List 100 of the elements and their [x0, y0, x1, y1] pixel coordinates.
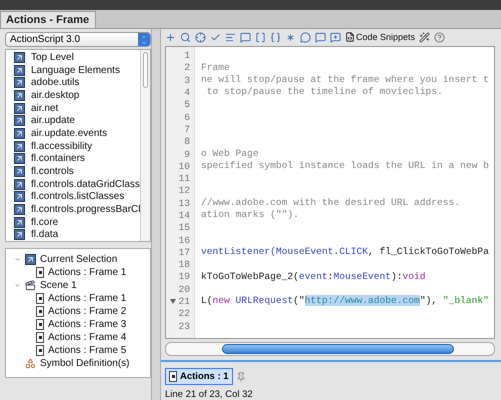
pin-icon[interactable] [236, 372, 246, 382]
frame-icon [36, 332, 44, 343]
line-number: 7 [183, 123, 191, 136]
code-line: //www.adobe.com with the desired URL address. [201, 197, 462, 210]
frame-icon [36, 306, 44, 317]
status-text: Line 21 of 23, Col 32 [164, 388, 254, 400]
wand-icon[interactable] [419, 32, 430, 43]
brackets-icon[interactable] [255, 32, 266, 43]
crosshair-icon[interactable] [195, 32, 206, 43]
document-icon [345, 32, 355, 42]
line-number: 11 [177, 172, 191, 185]
book-icon [14, 216, 25, 228]
code-editor[interactable] [165, 46, 495, 340]
book-icon [14, 140, 25, 152]
line-number: 16 [177, 234, 191, 246]
line-number: 21 [166, 295, 194, 308]
line-number: 13 [177, 197, 191, 210]
book-icon [14, 153, 25, 164]
code-line: Frame [201, 62, 231, 74]
book-icon [14, 77, 25, 88]
fold-triangle-icon[interactable] [170, 299, 176, 304]
library-item[interactable]: fl.accessibility [31, 140, 92, 152]
tree-item[interactable]: Actions : Frame 1 [48, 267, 126, 278]
library-item[interactable]: air.desktop [31, 90, 80, 101]
book-icon [14, 64, 25, 76]
library-item[interactable]: fl.controls.dataGridClass [31, 178, 140, 190]
book-icon [14, 52, 25, 63]
line-number: 5 [183, 98, 191, 111]
library-item[interactable]: fl.containers [31, 153, 85, 164]
code-line: kToGoToWebPage_2(event:MouseEvent):void [201, 270, 427, 284]
line-number: 8 [183, 136, 191, 148]
tree-item[interactable]: Scene 1 [40, 280, 77, 291]
code-line: specified symbol instance loads the URL in a new b [201, 160, 490, 172]
tree-item[interactable]: Actions : Frame 2 [48, 306, 126, 317]
clapper-icon [25, 280, 36, 291]
line-number: 6 [183, 110, 191, 124]
line-number: 22 [177, 308, 191, 320]
line-number: 14 [177, 209, 191, 222]
add-icon[interactable] [165, 32, 176, 43]
tree-item[interactable]: Actions : Frame 3 [48, 319, 126, 330]
frame-icon [36, 319, 44, 330]
braces-icon[interactable] [270, 32, 281, 43]
frame-icon [36, 345, 44, 356]
code-line: o Web Page [201, 148, 260, 160]
line-number: 4 [183, 86, 191, 99]
line-number: 1 [183, 50, 191, 62]
search-icon[interactable] [180, 32, 191, 43]
code-snippets-button[interactable]: Code Snippets [345, 32, 416, 42]
library-item[interactable]: Language Elements [31, 64, 120, 76]
line-number: 20 [177, 283, 191, 296]
comment-add-icon[interactable] [330, 32, 341, 43]
library-item[interactable]: fl.core [31, 216, 58, 228]
line-number: 10 [177, 160, 191, 172]
check-icon[interactable] [210, 32, 221, 43]
book-icon [14, 191, 25, 202]
tree-item[interactable]: Actions : Frame 4 [48, 332, 126, 343]
speech-bubble-icon[interactable] [240, 32, 251, 43]
book-icon [14, 115, 25, 126]
book-icon [14, 178, 25, 190]
line-number: 17 [177, 246, 191, 259]
library-item[interactable]: Top Level [31, 52, 74, 63]
tree-item[interactable]: Actions : Frame 5 [48, 345, 126, 356]
library-item[interactable]: air.net [31, 102, 58, 114]
tree-item[interactable]: Actions : Frame 1 [48, 293, 126, 304]
frame-icon [36, 293, 44, 304]
book-icon [14, 204, 25, 215]
code-line: ne will stop/pause at the frame where you insert t [201, 74, 490, 86]
library-item[interactable]: air.update.events [31, 128, 108, 139]
scrollbar[interactable] [140, 50, 150, 241]
code-line: to stop/pause the timeline of movieclips. [206, 86, 444, 99]
tree-item[interactable]: Current Selection [40, 254, 118, 265]
library-item[interactable]: fl.controls.listClasses [31, 191, 124, 202]
tree-item[interactable]: Symbol Definition(s) [40, 358, 130, 369]
dropdown-arrows-icon [138, 33, 150, 46]
line-number: 9 [183, 148, 191, 160]
code-line: ventListener(MouseEvent.CLICK, fl_ClickToGoToWebPa [201, 246, 490, 259]
line-number: 23 [177, 320, 191, 332]
comment-icon[interactable] [300, 32, 311, 43]
book-icon [14, 128, 25, 139]
asterisk-icon[interactable] [285, 32, 296, 43]
script-tab[interactable]: Actions : 1 [165, 368, 233, 385]
library-item[interactable]: fl.controls [31, 166, 74, 177]
line-number: 2 [183, 62, 191, 74]
help-icon[interactable] [434, 32, 446, 43]
book-icon [14, 90, 25, 101]
library-item[interactable]: fl.data [31, 229, 58, 240]
library-item[interactable]: air.update [31, 115, 75, 126]
code-line: ation marks (""). [201, 209, 300, 222]
horizontal-scrollbar[interactable] [165, 342, 495, 356]
line-number: 15 [177, 222, 191, 234]
library-item[interactable]: fl.controls.progressBarCl [31, 204, 140, 215]
library-item[interactable]: adobe.utils [31, 77, 80, 88]
language-dropdown[interactable]: ActionScript 3.0 [5, 32, 151, 47]
book-icon [14, 166, 25, 177]
shapes-icon [25, 358, 36, 369]
panel-tab[interactable]: Actions - Frame [0, 11, 96, 28]
comment-icon[interactable] [315, 32, 326, 43]
line-number: 12 [177, 184, 191, 198]
frame-icon [36, 267, 44, 278]
format-icon[interactable] [225, 32, 236, 43]
